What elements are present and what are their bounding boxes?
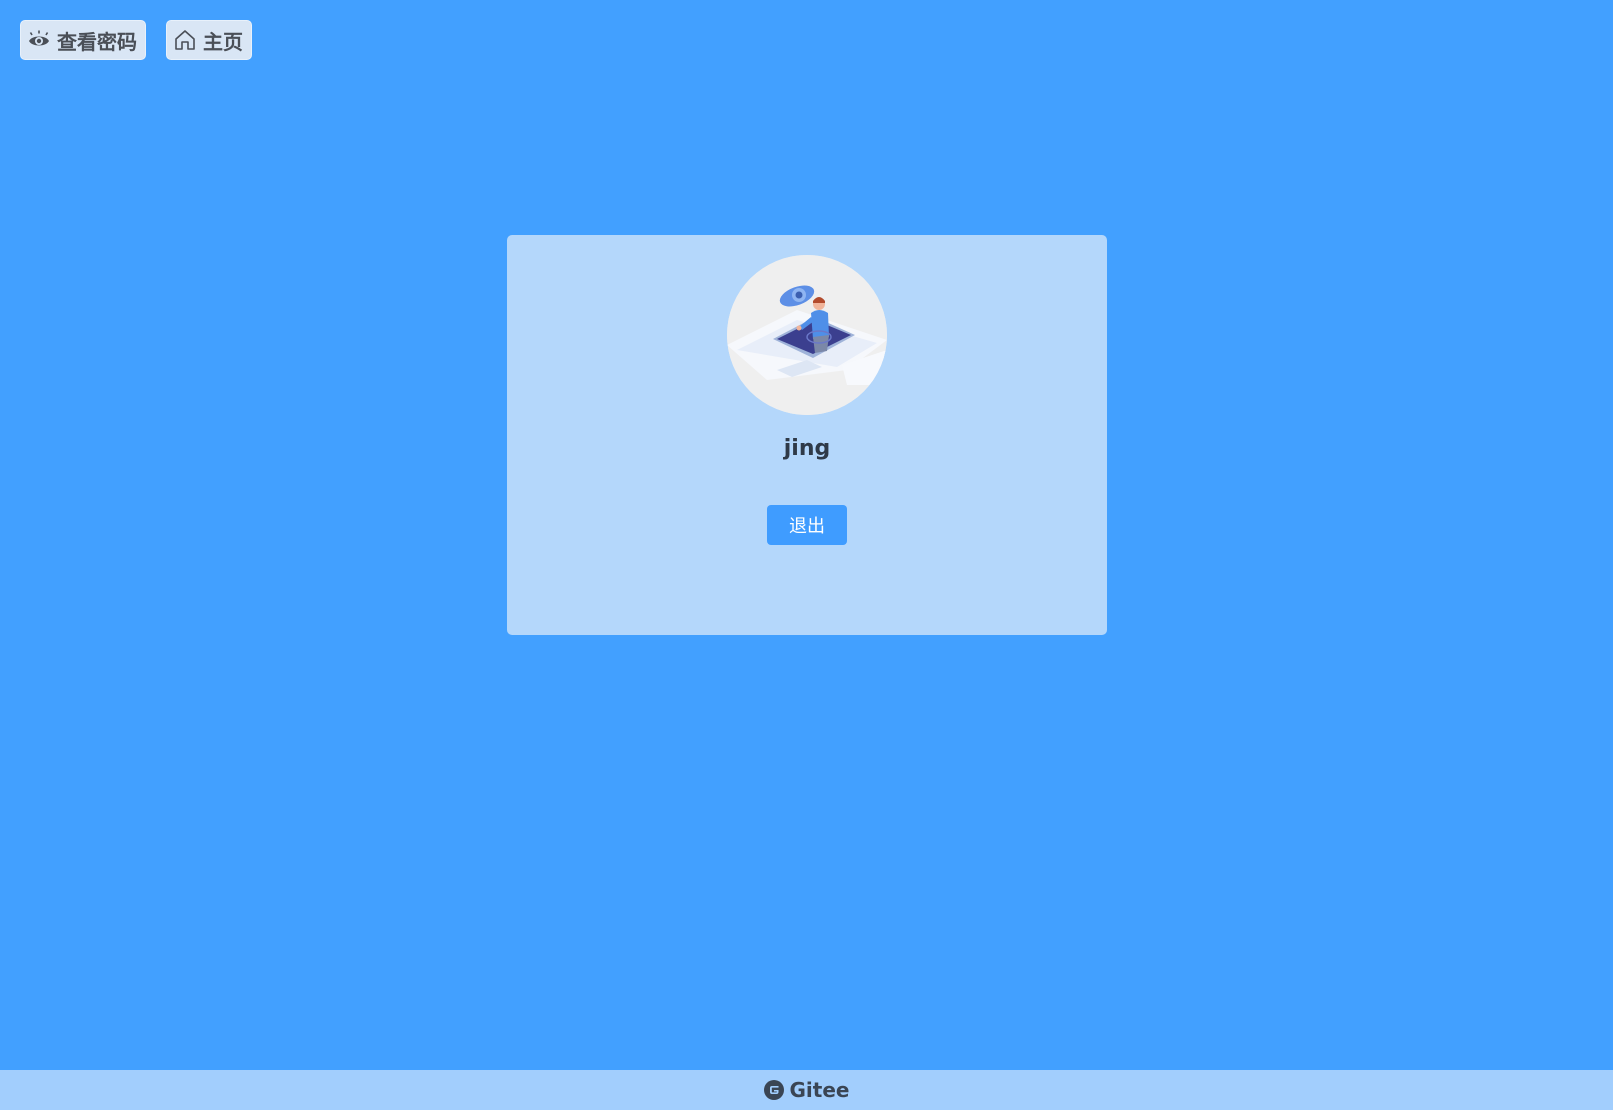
view-password-button[interactable]: 查看密码 xyxy=(20,20,146,60)
home-icon xyxy=(173,28,197,52)
gitee-link[interactable]: Gitee xyxy=(790,1078,850,1102)
eye-icon xyxy=(27,28,51,52)
view-password-label: 查看密码 xyxy=(57,29,137,54)
home-label: 主页 xyxy=(203,29,243,54)
profile-card: jing 退出 xyxy=(507,235,1107,635)
page: 查看密码 主页 jing 退出 Gitee xyxy=(0,0,1613,1110)
username: jing xyxy=(783,436,831,461)
gitee-logo-icon xyxy=(763,1080,784,1100)
logout-button[interactable]: 退出 xyxy=(767,505,847,545)
top-toolbar: 查看密码 主页 xyxy=(20,20,252,60)
home-button[interactable]: 主页 xyxy=(166,20,252,60)
avatar-illustration xyxy=(727,255,887,415)
footer: Gitee xyxy=(0,1070,1613,1110)
avatar xyxy=(727,255,887,415)
